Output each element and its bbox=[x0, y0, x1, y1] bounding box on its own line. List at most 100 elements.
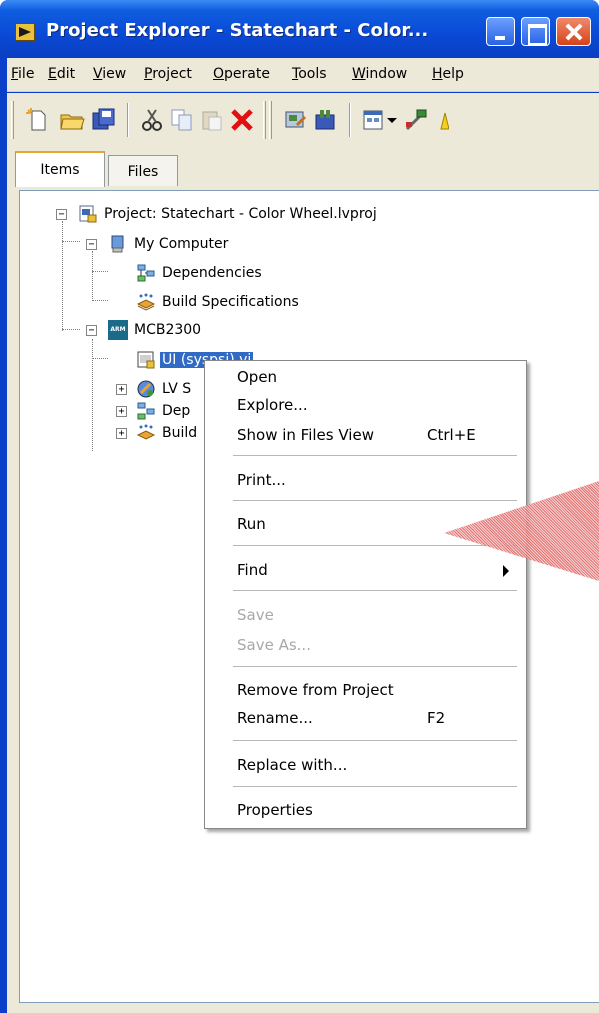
expand-build-icon[interactable]: + bbox=[116, 428, 127, 439]
save-all-icon[interactable] bbox=[91, 107, 117, 133]
tab-files[interactable]: Files bbox=[108, 155, 178, 186]
tree-connector bbox=[62, 241, 80, 242]
arm-target-icon: ARM bbox=[108, 320, 128, 340]
window-title: Project Explorer - Statechart - Color... bbox=[46, 20, 429, 41]
build-specifications-icon bbox=[136, 293, 156, 311]
expand-dependencies-icon[interactable]: + bbox=[116, 406, 127, 417]
menu-find[interactable]: Find bbox=[205, 559, 526, 581]
tree-connector bbox=[92, 271, 108, 272]
close-button[interactable] bbox=[556, 17, 591, 46]
new-icon[interactable] bbox=[25, 107, 51, 133]
expand-lv-icon[interactable]: + bbox=[116, 384, 127, 395]
tree-connector bbox=[92, 251, 93, 301]
tree-connector bbox=[92, 358, 108, 359]
tree-connector bbox=[62, 329, 80, 330]
labview-app-icon[interactable] bbox=[15, 23, 35, 41]
menu-show-in-files-view-shortcut: Ctrl+E bbox=[427, 426, 476, 444]
menu-bar: File Edit View Project Operate Tools Win… bbox=[7, 58, 599, 92]
collapse-my-computer-icon[interactable]: − bbox=[86, 239, 97, 250]
wand-icon[interactable] bbox=[403, 107, 429, 133]
submenu-arrow-icon bbox=[503, 565, 509, 577]
menu-operate-rest: perate bbox=[224, 66, 270, 82]
dependencies-2-icon bbox=[137, 402, 155, 420]
dropdown-arrow-icon[interactable] bbox=[385, 107, 399, 133]
vi-icon bbox=[137, 351, 155, 369]
menu-replace-with[interactable]: Replace with... bbox=[205, 754, 526, 776]
menu-separator bbox=[233, 545, 517, 546]
title-bar[interactable]: Project Explorer - Statechart - Color... bbox=[0, 0, 599, 58]
menu-save-as-label: Save As... bbox=[237, 636, 311, 654]
menu-file[interactable]: File bbox=[11, 66, 34, 82]
menu-file-mnemonic: F bbox=[11, 66, 19, 82]
menu-project[interactable]: Project bbox=[144, 66, 192, 82]
build-specifications-2-icon bbox=[136, 424, 156, 440]
menu-edit[interactable]: Edit bbox=[48, 66, 75, 82]
tab-items[interactable]: Items bbox=[15, 151, 105, 187]
menu-project-rest: roject bbox=[152, 66, 192, 82]
menu-remove-from-project[interactable]: Remove from Project bbox=[205, 679, 526, 701]
warning-icon[interactable] bbox=[435, 107, 449, 133]
paste-icon[interactable] bbox=[199, 107, 225, 133]
toolbar-separator bbox=[127, 103, 129, 137]
collapse-target-icon[interactable]: − bbox=[86, 325, 97, 336]
menu-find-label: Find bbox=[237, 561, 268, 579]
collapse-project-icon[interactable]: − bbox=[56, 209, 67, 220]
open-folder-icon[interactable] bbox=[59, 107, 85, 133]
target-label: MCB2300 bbox=[134, 322, 202, 338]
menu-view[interactable]: View bbox=[93, 66, 126, 82]
toolbar-grip-2[interactable] bbox=[263, 101, 266, 139]
menu-help-mnemonic: H bbox=[432, 66, 443, 82]
build-label: Build bbox=[162, 425, 198, 441]
menu-help[interactable]: Help bbox=[432, 66, 464, 82]
copy-icon[interactable] bbox=[169, 107, 195, 133]
view-icon[interactable] bbox=[361, 107, 387, 133]
menu-window[interactable]: Window bbox=[352, 66, 407, 82]
menu-separator bbox=[233, 740, 517, 741]
lv-label: LV S bbox=[162, 381, 192, 397]
menu-explore[interactable]: Explore... bbox=[205, 394, 526, 416]
menu-tools-rest: ools bbox=[298, 66, 327, 82]
menu-open[interactable]: Open bbox=[205, 366, 526, 388]
computer-icon bbox=[111, 235, 124, 253]
menu-rename[interactable]: Rename... F2 bbox=[205, 707, 526, 729]
menu-separator bbox=[233, 786, 517, 787]
menu-properties-label: Properties bbox=[237, 801, 313, 819]
menu-edit-rest: dit bbox=[56, 66, 76, 82]
menu-save: Save bbox=[205, 604, 526, 626]
menu-tools[interactable]: Tools bbox=[292, 66, 327, 82]
menu-view-rest: iew bbox=[102, 66, 127, 82]
maximize-button[interactable] bbox=[521, 17, 550, 46]
cut-icon[interactable] bbox=[139, 107, 165, 133]
menu-show-in-files-view[interactable]: Show in Files View Ctrl+E bbox=[205, 424, 526, 446]
toolbar-separator-2 bbox=[349, 103, 351, 137]
minimize-button[interactable] bbox=[486, 17, 515, 46]
maximize-icon bbox=[522, 18, 549, 45]
deploy-icon[interactable] bbox=[313, 107, 339, 133]
menu-operate[interactable]: Operate bbox=[213, 66, 270, 82]
toolbar-grip-3[interactable] bbox=[269, 101, 272, 139]
menu-file-rest: ile bbox=[18, 66, 35, 82]
menu-properties[interactable]: Properties bbox=[205, 799, 526, 821]
menu-help-rest: elp bbox=[442, 66, 464, 82]
toolbar-grip[interactable] bbox=[11, 101, 14, 139]
close-icon bbox=[557, 18, 590, 45]
menu-separator bbox=[233, 500, 517, 501]
menu-print[interactable]: Print... bbox=[205, 469, 526, 491]
my-computer-label: My Computer bbox=[134, 236, 229, 252]
build-icon[interactable] bbox=[283, 107, 309, 133]
menu-print-label: Print... bbox=[237, 471, 286, 489]
minimize-icon bbox=[487, 18, 514, 45]
menu-separator bbox=[233, 590, 517, 591]
menu-run-label: Run bbox=[237, 515, 266, 533]
dependencies-icon bbox=[137, 264, 155, 282]
menu-separator bbox=[233, 666, 517, 667]
menu-open-label: Open bbox=[237, 368, 278, 386]
delete-icon[interactable] bbox=[229, 107, 255, 133]
build-specifications-label: Build Specifications bbox=[162, 294, 299, 310]
menu-rename-shortcut: F2 bbox=[427, 709, 446, 727]
menu-rename-label: Rename... bbox=[237, 709, 313, 727]
lv-statechart-icon bbox=[137, 380, 155, 398]
tree-connector bbox=[92, 300, 108, 301]
menu-save-as: Save As... bbox=[205, 634, 526, 656]
menu-view-mnemonic: V bbox=[93, 66, 103, 82]
